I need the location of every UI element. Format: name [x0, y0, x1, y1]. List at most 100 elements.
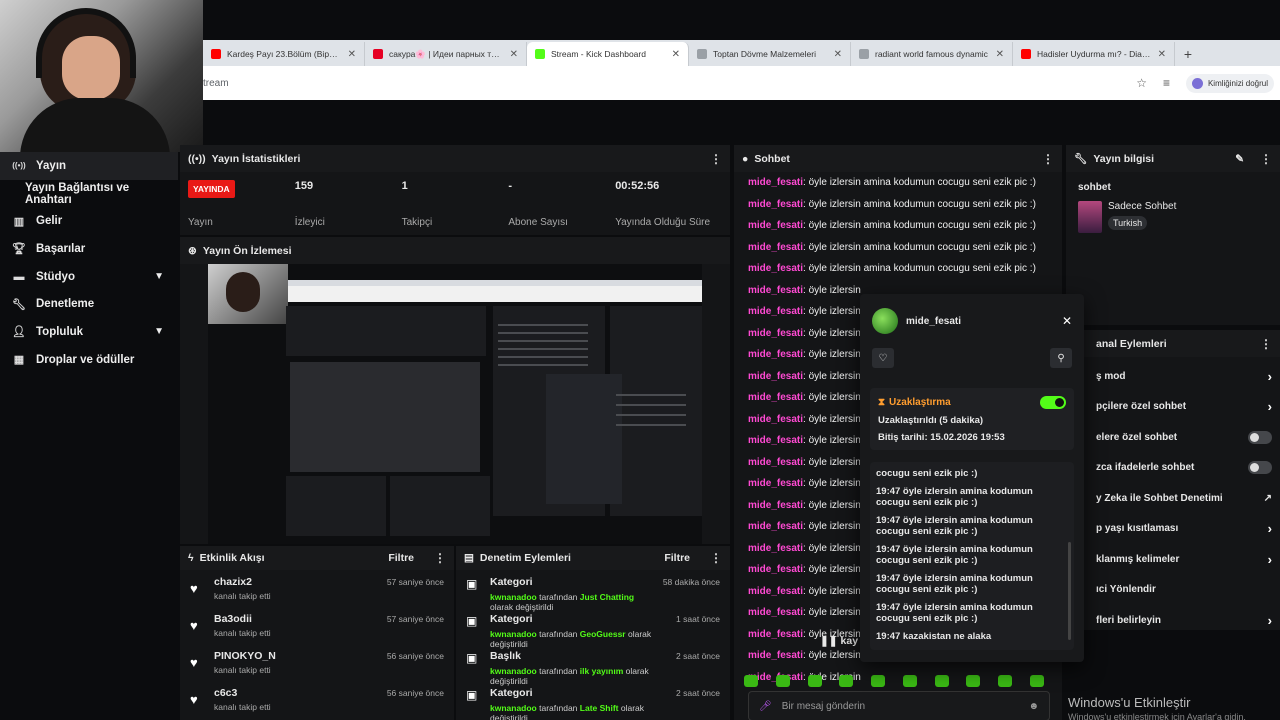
mod-user[interactable]: kwnanadoo: [490, 592, 537, 602]
sidebar-item[interactable]: 👤︎ Topluluk ▼: [0, 318, 178, 346]
sidebar-item[interactable]: ▬ Stüdyo ▼: [0, 263, 178, 291]
list-item[interactable]: ♥ PINOKYO_N kanalı takip etti 56 saniye önc…: [180, 644, 454, 681]
chat-username[interactable]: mide_fesati: [748, 177, 803, 188]
chat-input-placeholder[interactable]: Bir mesaj gönderin: [782, 701, 1019, 712]
chat-username[interactable]: mide_fesati: [748, 521, 803, 532]
profile-chip[interactable]: Kimliğinizi doğrul: [1185, 73, 1274, 93]
emote-icon[interactable]: [1029, 675, 1044, 687]
list-item[interactable]: ♥ chazix2 kanalı takip etti 57 saniye önce: [180, 570, 454, 607]
browser-tab[interactable]: Toptan Dövme Malzemeleri ✕: [689, 42, 851, 66]
list-item[interactable]: ♥ c6c3 kanalı takip etti 56 saniye önce: [180, 681, 454, 718]
chat-username[interactable]: mide_fesati: [748, 199, 803, 210]
mod-tool-button[interactable]: ⚲: [1050, 348, 1072, 368]
mod-user[interactable]: kwnanadoo: [490, 703, 537, 713]
sidebar-item[interactable]: ▥ Gelir: [0, 207, 178, 235]
sidebar-item[interactable]: 🏆︎ Başarılar: [0, 235, 178, 263]
channel-action-item[interactable]: ıci Yönlendir: [1066, 575, 1280, 606]
events-filter-button[interactable]: Filtre: [388, 552, 414, 564]
chat-username[interactable]: mide_fesati: [748, 328, 803, 339]
list-item[interactable]: ▣ Kategori kwnanadoo tarafından Just Chatt…: [456, 570, 730, 612]
heart-button[interactable]: ♡: [872, 348, 894, 368]
close-icon[interactable]: ✕: [834, 49, 842, 60]
sidebar-item[interactable]: 🔧︎ Denetleme: [0, 290, 178, 318]
chat-username[interactable]: mide_fesati: [748, 478, 803, 489]
emote-icon[interactable]: [744, 675, 758, 687]
more-icon[interactable]: ⋮: [1260, 152, 1272, 166]
chat-message[interactable]: mide_fesati: öyle izlersin amina kodumun…: [734, 194, 1062, 216]
list-item[interactable]: ▣ Kategori kwnanadoo tarafından GeoGuessr …: [456, 607, 730, 649]
browser-tab[interactable]: radiant world famous dynamic ✕: [851, 42, 1013, 66]
mod-user[interactable]: kwnanadoo: [490, 666, 537, 676]
channel-action-item[interactable]: y Zeka ile Sohbet Denetimi ↗: [1066, 483, 1280, 514]
close-icon[interactable]: ✕: [1158, 49, 1166, 60]
chat-message[interactable]: mide_fesati: öyle izlersin amina kodumun…: [734, 172, 1062, 194]
mic-icon[interactable]: 🎤︎: [759, 701, 772, 712]
chat-username[interactable]: mide_fesati: [748, 242, 803, 253]
address-bar[interactable]: tream ☆ ≡ Kimliğinizi doğrul: [203, 66, 1280, 100]
more-icon[interactable]: ⋮: [710, 152, 722, 166]
category-name[interactable]: Sadece Sohbet: [1108, 201, 1176, 212]
chat-username[interactable]: mide_fesati: [748, 457, 803, 468]
chat-input[interactable]: 🎤︎ Bir mesaj gönderin ☻: [748, 691, 1050, 720]
close-icon[interactable]: ✕: [672, 49, 680, 60]
emote-icon[interactable]: [871, 675, 886, 687]
address-text[interactable]: tream: [203, 78, 1136, 89]
more-icon[interactable]: ⋮: [710, 551, 722, 565]
emote-icon[interactable]: [902, 675, 917, 687]
chat-username[interactable]: mide_fesati: [748, 435, 803, 446]
channel-action-item[interactable]: ş mod ›: [1066, 361, 1280, 392]
chat-message[interactable]: mide_fesati: öyle izlersin amina kodumun…: [734, 215, 1062, 237]
more-icon[interactable]: ⋮: [1042, 152, 1054, 166]
chat-username[interactable]: mide_fesati: [748, 392, 803, 403]
chat-username[interactable]: mide_fesati: [748, 263, 803, 274]
toggle[interactable]: [1248, 461, 1272, 475]
chat-username[interactable]: mide_fesati: [748, 220, 803, 231]
channel-action-item[interactable]: klanmış kelimeler ›: [1066, 544, 1280, 575]
chat-username[interactable]: mide_fesati: [748, 629, 803, 640]
mod-user[interactable]: kwnanadoo: [490, 629, 537, 639]
list-item[interactable]: ▣ Kategori kwnanadoo tarafından Late Shift…: [456, 681, 730, 720]
chat-paused-label[interactable]: ❚❚ kay: [820, 635, 858, 647]
scrollbar[interactable]: [1068, 542, 1071, 640]
list-item[interactable]: ▣ Başlık kwnanadoo tarafından ilk yayınım …: [456, 644, 730, 686]
sidebar-item[interactable]: ▦ Droplar ve ödüller: [0, 346, 178, 374]
new-tab-button[interactable]: +: [1175, 42, 1201, 66]
emote-icon[interactable]: [775, 675, 790, 687]
channel-action-item[interactable]: p yaşı kısıtlaması ›: [1066, 514, 1280, 545]
toggle[interactable]: [1248, 430, 1272, 444]
close-icon[interactable]: ✕: [348, 49, 356, 60]
emote-icon[interactable]: [807, 675, 822, 687]
sidebar-item[interactable]: Yayın Bağlantısı ve Anahtarı: [0, 180, 178, 208]
chat-username[interactable]: mide_fesati: [748, 607, 803, 618]
chat-username[interactable]: mide_fesati: [748, 586, 803, 597]
chat-username[interactable]: mide_fesati: [748, 564, 803, 575]
list-item[interactable]: ♥ Ba3odii kanalı takip etti 57 saniye önce: [180, 607, 454, 644]
emote-icon[interactable]: [934, 675, 949, 687]
close-icon[interactable]: ✕: [1062, 314, 1072, 328]
stream-preview-video[interactable]: [208, 264, 702, 544]
browser-tab[interactable]: Hadisler Uydurma mı? - Diamo ✕: [1013, 42, 1175, 66]
chat-username[interactable]: mide_fesati: [748, 500, 803, 511]
browser-tab[interactable]: Stream - Kick Dashboard ✕: [527, 42, 689, 66]
star-icon[interactable]: ☆: [1136, 76, 1147, 90]
close-icon[interactable]: ✕: [996, 49, 1004, 60]
emote-icon[interactable]: [998, 675, 1013, 687]
emoji-icon[interactable]: ☻: [1028, 701, 1039, 712]
more-icon[interactable]: ⋮: [434, 551, 446, 565]
channel-action-item[interactable]: elere özel sohbet: [1066, 422, 1280, 453]
sidebar-item[interactable]: ((•)) Yayın: [0, 152, 178, 180]
emote-icon[interactable]: [966, 675, 981, 687]
chat-message[interactable]: mide_fesati: öyle izlersin amina kodumun…: [734, 258, 1062, 280]
timeout-toggle[interactable]: [1040, 396, 1066, 409]
chat-username[interactable]: mide_fesati: [748, 349, 803, 360]
media-control-icon[interactable]: ≡: [1163, 76, 1170, 90]
emote-icon[interactable]: [839, 675, 854, 687]
chat-username[interactable]: mide_fesati: [748, 306, 803, 317]
chat-username[interactable]: mide_fesati: [748, 650, 803, 661]
message-history[interactable]: cocugu seni ezik pic :) 19:47 öyle izlers…: [870, 462, 1074, 650]
chat-username[interactable]: mide_fesati: [748, 371, 803, 382]
browser-tab[interactable]: Kardeş Payı 23.Bölüm (Bipsiz Ver ✕: [203, 42, 365, 66]
browser-tab[interactable]: сакура🌸 | Идеи парных тату ✕: [365, 42, 527, 66]
close-icon[interactable]: ✕: [510, 49, 518, 60]
channel-action-item[interactable]: pçilere özel sohbet ›: [1066, 392, 1280, 423]
